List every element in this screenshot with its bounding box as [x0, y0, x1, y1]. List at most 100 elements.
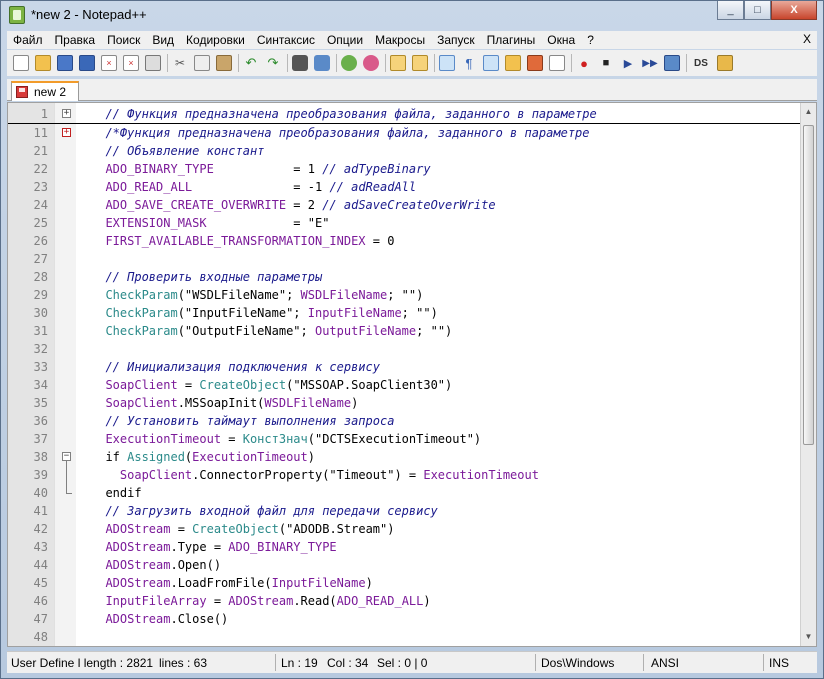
scroll-up-arrow-icon[interactable]: ▲ [803, 106, 814, 118]
code-token: InputFileName [307, 306, 402, 320]
code-token: ("OutputFileName"; [177, 324, 315, 338]
save-macro-icon[interactable] [664, 55, 680, 71]
code-token: ("WSDLFileName"; [177, 288, 301, 302]
code-text: // Инициализация подключения к сервису [91, 358, 380, 376]
fold-end-mark [66, 493, 72, 494]
tab-new-2[interactable]: new 2 [11, 81, 79, 101]
code-text: ADO_READ_ALL = -1 // adReadAll [91, 178, 416, 196]
word-wrap-icon[interactable] [439, 55, 455, 71]
close-window-button[interactable]: X [771, 1, 817, 20]
line-number: 33 [33, 360, 48, 374]
menu-help[interactable]: ? [581, 33, 600, 47]
find-icon[interactable] [292, 55, 308, 71]
print-icon[interactable] [145, 55, 161, 71]
save-icon[interactable] [57, 55, 73, 71]
status-divider [535, 654, 536, 671]
code-token: CreateObject [192, 522, 279, 536]
menu-edit[interactable]: Правка [49, 33, 102, 47]
minimize-button[interactable]: _ [717, 1, 744, 20]
record-macro-icon[interactable]: ● [576, 55, 592, 71]
fold-guide-line [66, 466, 67, 484]
code-line: 41 // Загрузить входной файл для передач… [8, 502, 803, 520]
code-text: ADOStream = CreateObject("ADODB.Stream") [91, 520, 394, 538]
vertical-scrollbar[interactable]: ▲ ▼ [800, 103, 816, 646]
fold-expand-icon[interactable]: + [62, 109, 71, 118]
menu-file[interactable]: Файл [7, 33, 49, 47]
cut-icon[interactable]: ✂ [172, 55, 188, 71]
spell-check-icon[interactable] [717, 55, 733, 71]
code-token: FIRST_AVAILABLE_TRANSFORMATION_INDEX [91, 234, 366, 248]
menu-window[interactable]: Окна [541, 33, 581, 47]
code-token: /*Функция предназначена преобразования ф… [91, 126, 590, 140]
zoom-out-icon[interactable] [363, 55, 379, 71]
code-token: = -1 [192, 180, 330, 194]
close-file-icon[interactable]: × [101, 55, 117, 71]
close-document-button[interactable]: X [803, 32, 811, 46]
copy-icon[interactable] [194, 55, 210, 71]
menu-search[interactable]: Поиск [101, 33, 146, 47]
code-token: .Type = [170, 540, 229, 554]
ds-plugin-icon[interactable]: DS [691, 55, 711, 71]
function-list-icon[interactable] [549, 55, 565, 71]
line-number: 47 [33, 612, 48, 626]
open-file-icon[interactable] [35, 55, 51, 71]
code-token: ADOStream [91, 558, 171, 572]
code-token: ADOStream [91, 612, 171, 626]
user-language-icon[interactable] [505, 55, 521, 71]
line-number: 29 [33, 288, 48, 302]
redo-icon[interactable]: ↷ [265, 55, 281, 71]
code-line: 32 [8, 340, 803, 358]
code-text: ADOStream.Type = ADO_BINARY_TYPE [91, 538, 336, 556]
show-all-characters-icon[interactable]: ¶ [461, 55, 477, 71]
line-number: 21 [33, 144, 48, 158]
code-line: 31 CheckParam("OutputFileName"; OutputFi… [8, 322, 803, 340]
menu-run[interactable]: Запуск [431, 33, 481, 47]
fold-collapse-icon[interactable]: − [62, 452, 71, 461]
toolbar-separator [571, 54, 572, 72]
scrollbar-thumb[interactable] [803, 125, 814, 445]
code-token: ExecutionTimeout [423, 468, 539, 482]
line-number: 39 [33, 468, 48, 482]
paste-icon[interactable] [216, 55, 232, 71]
menu-view[interactable]: Вид [146, 33, 180, 47]
line-number: 27 [33, 252, 48, 266]
code-editor[interactable]: 1 + // Функция предназначена преобразован… [7, 102, 817, 647]
code-text: /*Функция предназначена преобразования ф… [91, 124, 590, 142]
code-token: // Объявление констант [91, 144, 265, 158]
menu-encoding[interactable]: Кодировки [180, 33, 251, 47]
menu-macro[interactable]: Макросы [369, 33, 431, 47]
code-text: // Загрузить входной файл для передачи с… [91, 502, 437, 520]
code-line: 47 ADOStream.Close() [8, 610, 803, 628]
play-macro-icon[interactable]: ▶ [620, 55, 636, 71]
close-all-icon[interactable]: × [123, 55, 139, 71]
maximize-button[interactable]: □ [744, 1, 771, 20]
title-bar[interactable]: *new 2 - Notepad++ _ □ X [1, 1, 823, 29]
indent-guide-icon[interactable] [483, 55, 499, 71]
replace-icon[interactable] [314, 55, 330, 71]
save-all-icon[interactable] [79, 55, 95, 71]
code-token: ADO_READ_ALL [91, 180, 193, 194]
status-insert-mode: INS [769, 656, 790, 670]
code-token: ADO_READ_ALL [336, 594, 424, 608]
menu-settings[interactable]: Опции [321, 33, 369, 47]
menu-plugins[interactable]: Плагины [481, 33, 542, 47]
scroll-down-arrow-icon[interactable]: ▼ [803, 631, 814, 643]
document-map-icon[interactable] [527, 55, 543, 71]
toolbar: × × ✂ ↶ ↷ ¶ ● ■ ▶ ▶▶ DS [7, 50, 817, 76]
code-token: WSDLFileName [264, 396, 352, 410]
line-number: 32 [33, 342, 48, 356]
run-macro-multiple-icon[interactable]: ▶▶ [642, 55, 658, 71]
status-encoding: ANSI [651, 656, 680, 670]
line-number: 37 [33, 432, 48, 446]
sync-horizontal-icon[interactable] [412, 55, 428, 71]
code-token: SoapClient [91, 468, 193, 482]
undo-icon[interactable]: ↶ [243, 55, 259, 71]
sync-vertical-icon[interactable] [390, 55, 406, 71]
fold-expand-icon[interactable]: + [62, 128, 71, 137]
zoom-in-icon[interactable] [341, 55, 357, 71]
stop-macro-icon[interactable]: ■ [598, 55, 614, 71]
code-text: // Объявление констант [91, 142, 264, 160]
new-file-icon[interactable] [13, 55, 29, 71]
line-number: 28 [33, 270, 48, 284]
menu-language[interactable]: Синтаксис [251, 33, 321, 47]
